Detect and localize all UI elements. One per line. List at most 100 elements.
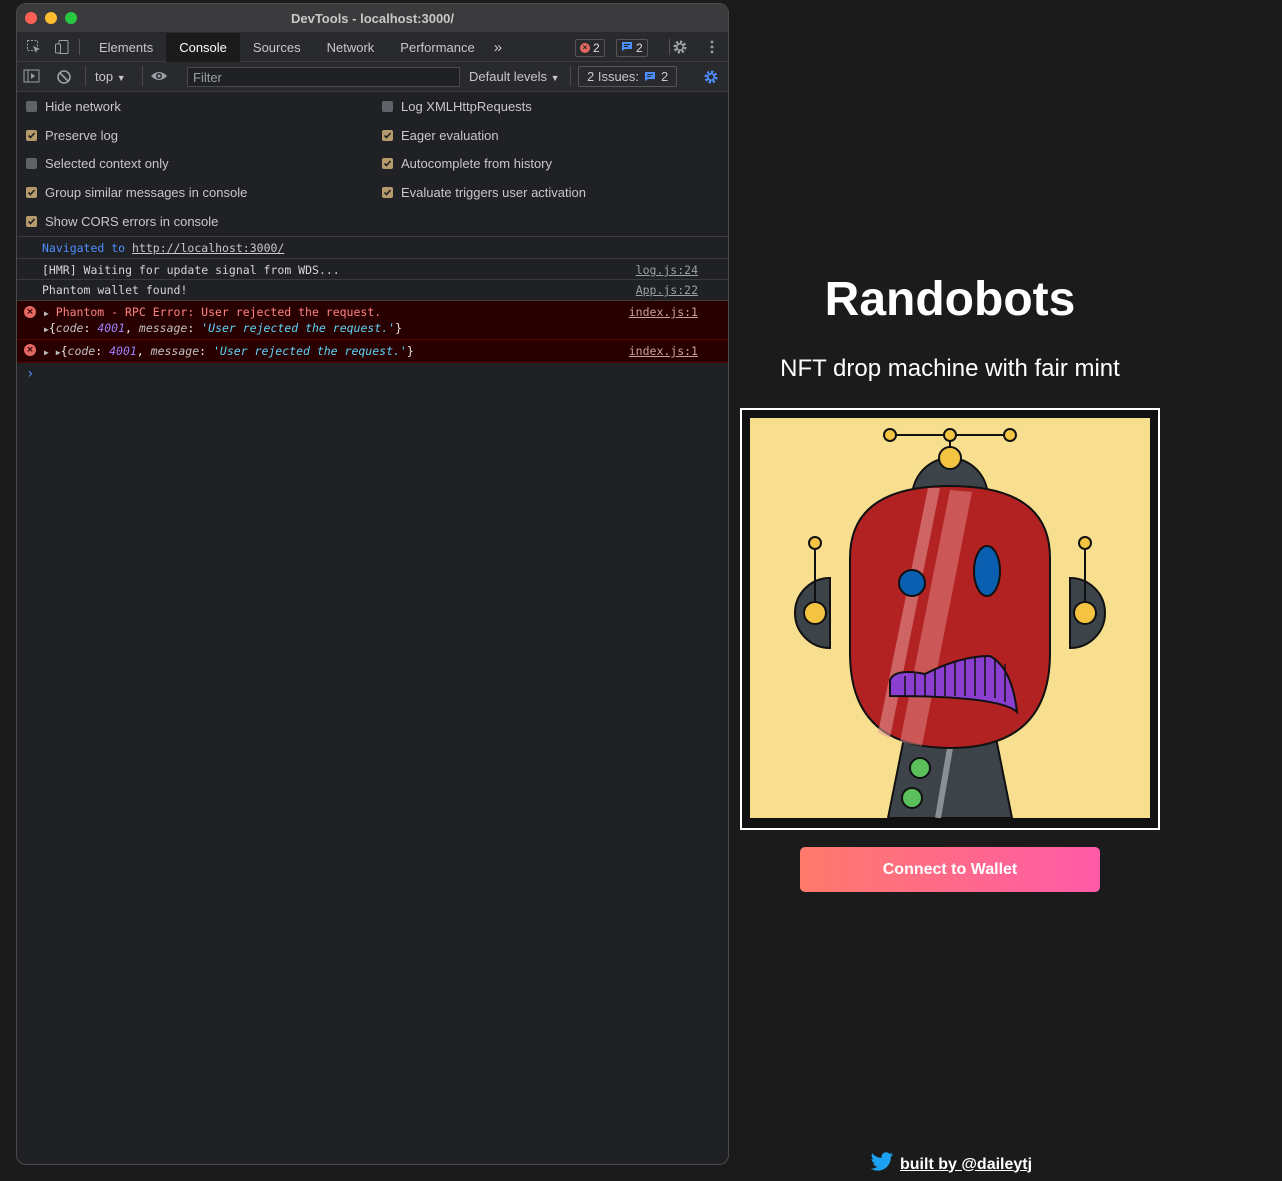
nav-url-link[interactable]: http://localhost:3000/	[132, 241, 284, 255]
message-icon	[621, 41, 633, 55]
log-text: Phantom wallet found!	[42, 283, 188, 297]
setting-label: Evaluate triggers user activation	[401, 185, 586, 200]
clear-console-icon[interactable]	[56, 69, 72, 90]
object-brace: }	[395, 321, 403, 335]
log-text: [HMR] Waiting for update signal from WDS…	[42, 263, 340, 277]
object-key: code	[55, 321, 84, 335]
object-value: 'User rejected the request.'	[212, 344, 407, 358]
message-icon	[645, 72, 656, 81]
object-value: 'User rejected the request.'	[201, 321, 396, 335]
setting-label: Eager evaluation	[401, 128, 499, 143]
source-link[interactable]: index.js:1	[629, 305, 698, 319]
prompt-chevron-icon: ›	[26, 366, 35, 382]
checkbox-checked[interactable]	[26, 187, 37, 198]
error-count: 2	[593, 41, 600, 55]
footer-credit-link[interactable]: built by @daileytj	[870, 1152, 1032, 1177]
object-key: message	[138, 321, 188, 335]
setting-label: Preserve log	[45, 128, 118, 143]
settings-gear-icon[interactable]	[669, 36, 691, 58]
checkbox-checked[interactable]	[382, 130, 393, 141]
window-title: DevTools - localhost:3000/	[290, 11, 455, 26]
log-levels-dropdown[interactable]: Default levels ▼	[469, 69, 560, 84]
setting-show-cors-errors[interactable]: Show CORS errors in console	[26, 214, 218, 229]
setting-log-xmlhttprequests[interactable]: Log XMLHttpRequests	[382, 99, 532, 114]
source-link[interactable]: log.js:24	[636, 263, 698, 277]
device-toolbar-icon[interactable]	[51, 36, 73, 58]
error-icon: ×	[24, 306, 36, 318]
toolbar-separator	[142, 66, 143, 86]
setting-label: Group similar messages in console	[45, 185, 248, 200]
object-brace: {	[48, 321, 56, 335]
checkbox[interactable]	[382, 101, 393, 112]
console-error-message: × ▶ Phantom - RPC Error: User rejected t…	[17, 301, 728, 340]
show-sidebar-icon[interactable]	[23, 68, 41, 89]
object-key: message	[150, 344, 200, 358]
setting-hide-network[interactable]: Hide network	[26, 99, 121, 114]
tab-sources[interactable]: Sources	[240, 33, 314, 62]
console-settings-panel: Hide network Log XMLHttpRequests Preserv…	[17, 92, 728, 237]
setting-label: Selected context only	[45, 156, 169, 171]
setting-eager-evaluation[interactable]: Eager evaluation	[382, 128, 499, 143]
window-titlebar: DevTools - localhost:3000/	[17, 4, 728, 33]
object-key: code	[67, 344, 96, 358]
setting-label: Autocomplete from history	[401, 156, 553, 171]
source-link[interactable]: App.js:22	[636, 283, 698, 297]
setting-selected-context-only[interactable]: Selected context only	[26, 156, 169, 171]
nft-preview-frame	[740, 408, 1160, 830]
message-count: 2	[636, 41, 643, 55]
checkbox-checked[interactable]	[382, 158, 393, 169]
checkbox[interactable]	[26, 101, 37, 112]
tab-separator	[79, 39, 80, 55]
error-count-badge[interactable]: × 2	[575, 39, 605, 57]
console-nav-message: Navigated to http://localhost:3000/	[17, 237, 728, 259]
devtools-tabbar: Elements Console Sources Network Perform…	[17, 32, 728, 62]
page-title: Randobots	[824, 273, 1076, 326]
error-icon: ×	[580, 43, 590, 53]
page-subtitle: NFT drop machine with fair mint	[780, 355, 1120, 382]
chevron-down-icon: ▼	[550, 73, 560, 83]
source-link[interactable]: index.js:1	[629, 344, 698, 358]
object-value: 4001	[97, 321, 126, 335]
console-prompt-input[interactable]: ›	[17, 363, 728, 387]
more-tabs-chevron[interactable]: »	[488, 33, 508, 62]
expand-triangle-icon[interactable]: ▶	[44, 348, 49, 357]
checkbox-checked[interactable]	[26, 130, 37, 141]
filter-input[interactable]: Filter	[187, 67, 460, 87]
issues-button[interactable]: 2 Issues: 2	[578, 66, 678, 87]
issues-label: 2 Issues:	[587, 69, 640, 84]
console-settings-gear-icon[interactable]	[703, 69, 719, 90]
error-text: Phantom - RPC Error: User rejected the r…	[55, 305, 382, 319]
setting-preserve-log[interactable]: Preserve log	[26, 128, 118, 143]
inspect-element-icon[interactable]	[23, 36, 45, 58]
message-count-badge[interactable]: 2	[616, 39, 648, 57]
chevron-down-icon: ▼	[116, 73, 126, 83]
setting-label: Hide network	[45, 99, 121, 114]
expand-triangle-icon[interactable]: ▶	[44, 309, 49, 318]
setting-evaluate-triggers[interactable]: Evaluate triggers user activation	[382, 185, 586, 200]
context-selector[interactable]: top ▼	[95, 69, 126, 84]
more-options-icon[interactable]	[701, 36, 723, 58]
object-brace: }	[406, 344, 414, 358]
tab-network[interactable]: Network	[314, 33, 388, 62]
checkbox-checked[interactable]	[26, 216, 37, 227]
tab-performance[interactable]: Performance	[387, 33, 487, 62]
nft-robot-image	[750, 418, 1150, 818]
devtools-window: DevTools - localhost:3000/ Elements Cons…	[16, 3, 729, 1165]
log-levels-label: Default levels	[469, 69, 548, 84]
console-log-message: [HMR] Waiting for update signal from WDS…	[17, 259, 728, 280]
toolbar-separator	[85, 66, 86, 86]
object-value: 4001	[109, 344, 137, 358]
checkbox[interactable]	[26, 158, 37, 169]
checkbox-checked[interactable]	[382, 187, 393, 198]
tab-elements[interactable]: Elements	[86, 33, 166, 62]
context-label: top	[95, 69, 114, 84]
twitter-bird-icon	[870, 1152, 894, 1177]
setting-autocomplete-from-history[interactable]: Autocomplete from history	[382, 156, 552, 171]
live-expression-eye-icon[interactable]	[150, 69, 168, 88]
connect-wallet-button[interactable]: Connect to Wallet	[800, 847, 1100, 892]
tab-console[interactable]: Console	[166, 32, 240, 62]
console-log-message: Phantom wallet found! App.js:22	[17, 280, 728, 301]
setting-group-similar[interactable]: Group similar messages in console	[26, 185, 247, 200]
console-error-message: × ▶ ▶{code: 4001, message: 'User rejecte…	[17, 340, 728, 363]
nav-prefix: Navigated to	[42, 241, 126, 255]
